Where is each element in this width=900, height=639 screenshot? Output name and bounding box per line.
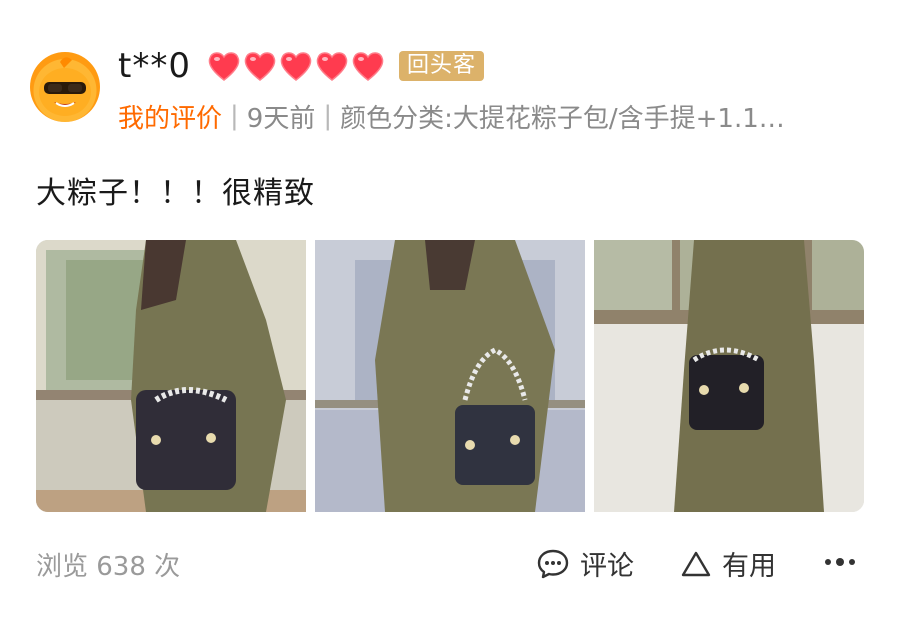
user-row: t**0 回头客: [118, 46, 484, 86]
review-footer: 浏览 638 次 评论 有用: [36, 540, 866, 586]
review-photos: [36, 240, 866, 512]
useful-button[interactable]: 有用: [680, 544, 776, 583]
review-meta: 我的评价 | 9天前 | 颜色分类:大提花粽子包/含手提+1.1…: [118, 98, 785, 134]
review-photo-1[interactable]: [36, 240, 306, 512]
comment-label: 评论: [580, 551, 634, 582]
view-count: 浏览 638 次: [36, 552, 181, 582]
comment-button[interactable]: 评论: [536, 544, 634, 583]
review-photo-2[interactable]: [315, 240, 585, 512]
comment-icon: [537, 549, 569, 578]
my-review-label[interactable]: 我的评价: [118, 98, 222, 135]
review-photo-3[interactable]: [594, 240, 864, 512]
heart-icon: [208, 52, 240, 81]
useful-label: 有用: [722, 551, 776, 582]
product-variant: 颜色分类:大提花粽子包/含手提+1.1…: [340, 103, 785, 134]
review-time: 9天前: [246, 103, 316, 134]
heart-icon: [316, 52, 348, 81]
username[interactable]: t**0: [118, 46, 191, 86]
user-level-hearts: [207, 50, 387, 82]
review-header: t**0 回头客 我的评价 | 9天前 | 颜色分类:大提花粽子包/含手提+1.…: [30, 46, 870, 136]
heart-icon: [352, 52, 384, 81]
heart-icon: [280, 52, 312, 81]
meta-separator: |: [323, 101, 333, 131]
meta-separator: |: [230, 101, 239, 131]
review-text: 大粽子！！！很精致: [36, 176, 315, 211]
more-icon[interactable]: [820, 548, 860, 576]
repeat-customer-badge: 回头客: [398, 51, 484, 81]
triangle-icon: [681, 551, 711, 576]
heart-icon: [244, 52, 276, 81]
user-avatar[interactable]: [30, 52, 100, 122]
